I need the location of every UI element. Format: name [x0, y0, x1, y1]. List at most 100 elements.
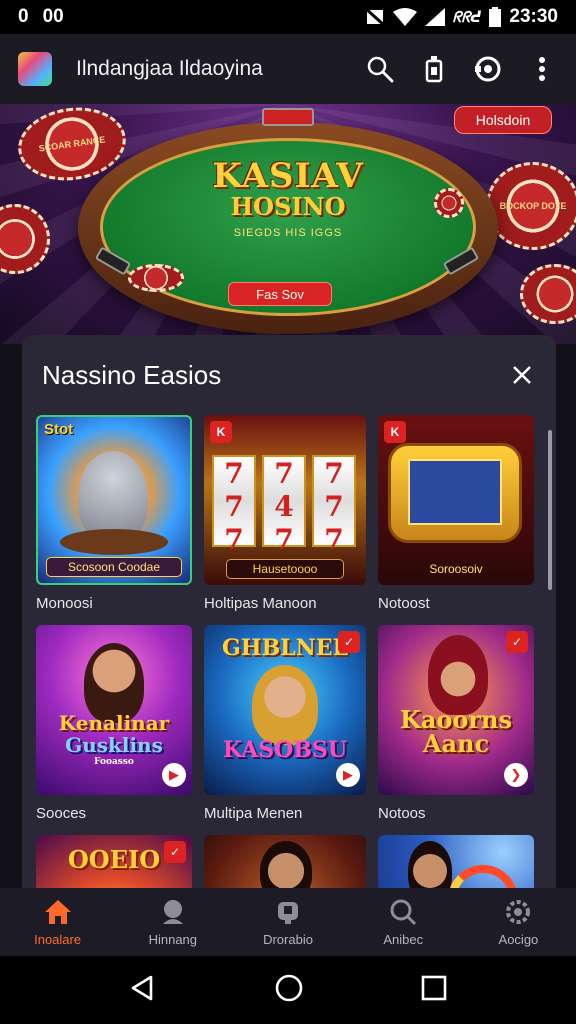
nav-item-profile[interactable]: Hinnang	[115, 888, 230, 956]
hero-logo: KASIAV HOSINO SIEGDS HIS IGGS	[198, 156, 378, 239]
back-button[interactable]	[129, 974, 157, 1007]
hero-logo-line1: KASIAV	[212, 156, 364, 196]
game-art-title-1: Kenalinar	[58, 711, 170, 735]
play-fab[interactable]: ▶	[336, 763, 360, 787]
play-fab[interactable]: ▶	[162, 763, 186, 787]
slot-window	[408, 459, 502, 525]
home-circle-icon	[275, 974, 303, 1001]
game-art-title-2: Aanc	[422, 729, 490, 758]
game-card[interactable]: K 777 747 777 Hausetoooo Holtipas Manoon	[204, 415, 366, 625]
search-button[interactable]	[364, 53, 396, 85]
status-icon-2: 00	[42, 6, 64, 27]
close-button[interactable]	[508, 361, 536, 389]
game-thumbnail[interactable]: GHBLNEL KASOBSU ✓ ▶	[204, 625, 366, 795]
battery-icon	[489, 7, 502, 27]
thumb-caption: Hausetoooo	[226, 559, 344, 579]
poker-chip-right: BOCKOP DOTE	[486, 162, 576, 250]
hero-banner[interactable]: SCOAR RANCE BOCKOP DOTE KASIAV HOSINO SI…	[0, 104, 576, 344]
status-bar: 0 00 ᖇᖇᕍ 23:30	[0, 0, 576, 34]
poker-chip-table-left	[128, 264, 184, 292]
casino-games-panel: Nassino Easios Stot Scosoon Coodae Monoo…	[22, 335, 556, 890]
game-title: Multipa Menen	[204, 805, 303, 822]
game-thumbnail[interactable]: K Soroosoiv	[378, 415, 534, 585]
app-bar: Ilndangjaa Ildaoyina	[0, 34, 576, 104]
home-icon	[44, 899, 71, 924]
game-card[interactable]: OOEIO ✓	[36, 835, 192, 890]
app-logo	[18, 52, 52, 86]
game-card[interactable]: Kaoorns Aanc ✓ ❯ Notoos	[378, 625, 534, 835]
nav-item-games[interactable]: Drorabio	[230, 888, 345, 956]
more-menu-button[interactable]	[526, 53, 558, 85]
game-card[interactable]: K Soroosoiv Notoost	[378, 415, 534, 625]
table-pocket-top	[262, 108, 314, 126]
chevron-right-icon: ❯	[510, 767, 522, 782]
game-title: Notoos	[378, 805, 426, 822]
settings-icon	[506, 899, 531, 924]
panel-scrollbar[interactable]	[548, 430, 552, 590]
hero-tag-button[interactable]: Holsdoin	[454, 106, 552, 134]
wifi-icon	[392, 8, 417, 26]
hero-play-button[interactable]: Fas Sov	[228, 282, 332, 306]
carrier-label: ᖇᖇᕍ	[452, 9, 482, 26]
status-time: 23:30	[509, 6, 558, 27]
game-card[interactable]: GHBLNEL KASOBSU ✓ ▶ Multipa Menen	[204, 625, 366, 835]
game-title: Monoosi	[36, 595, 93, 612]
game-card[interactable]	[378, 835, 534, 890]
app-title: Ilndangjaa Ildaoyina	[76, 57, 263, 80]
home-system-button[interactable]	[274, 973, 304, 1008]
nav-item-settings[interactable]: Aocigo	[461, 888, 576, 956]
hero-logo-line3: SIEGDS HIS IGGS	[233, 227, 343, 239]
gamepad-icon	[278, 901, 298, 924]
game-thumbnail[interactable]	[378, 835, 534, 890]
next-fab[interactable]: ❯	[504, 763, 528, 787]
mascot-podium	[60, 529, 168, 555]
gamepad-icon	[475, 56, 501, 82]
cowboy-character	[252, 665, 318, 745]
man-character	[428, 635, 488, 715]
game-thumbnail[interactable]: Stot Scosoon Coodae	[36, 415, 192, 585]
game-card[interactable]: Kenalinar Gusklins Fooasso ▶ Sooces	[36, 625, 192, 835]
game-card[interactable]: Stot Scosoon Coodae Monoosi	[36, 415, 192, 625]
nav-item-home[interactable]: Inoalare	[0, 888, 115, 956]
play-icon: ▶	[169, 767, 179, 782]
corner-badge: ✓	[338, 631, 360, 653]
hero-logo-line2: HOSINO	[230, 192, 346, 221]
game-art-title-2: Gusklins	[65, 733, 163, 757]
game-title: Sooces	[36, 805, 87, 822]
nav-label-search: Anibec	[383, 931, 424, 947]
nav-item-search[interactable]: Anibec	[346, 888, 461, 956]
chip-text-right: BOCKOP DOTE	[499, 201, 567, 211]
nav-label-home: Inoalare	[34, 931, 82, 947]
rainbow-arc	[448, 865, 518, 890]
panel-title: Nassino Easios	[42, 359, 222, 390]
man-character	[260, 841, 312, 890]
wallet-icon	[425, 56, 443, 83]
game-thumbnail[interactable]: K 777 747 777 Hausetoooo	[204, 415, 366, 585]
game-title: Notoost	[378, 595, 430, 612]
panel-header: Nassino Easios	[22, 335, 556, 415]
corner-badge: ✓	[164, 841, 186, 863]
poker-chip-table-right	[434, 188, 464, 218]
nav-label-settings: Aocigo	[498, 931, 539, 947]
corner-badge: K	[210, 421, 232, 443]
recents-square-icon	[422, 975, 447, 1000]
bottom-nav: Inoalare Hinnang Drorabio Anibec Aocigo	[0, 888, 576, 956]
search-icon	[367, 56, 394, 83]
wolf-mascot	[78, 451, 148, 541]
thumb-caption: Scosoon Coodae	[46, 557, 182, 577]
game-thumbnail[interactable]: Kenalinar Gusklins Fooasso ▶	[36, 625, 192, 795]
recents-button[interactable]	[421, 975, 447, 1006]
nav-label-profile: Hinnang	[148, 931, 198, 947]
game-card[interactable]	[204, 835, 366, 890]
play-icon: ▶	[343, 767, 353, 782]
wallet-button[interactable]	[418, 53, 450, 85]
game-art-title-2: KASOBSU	[222, 737, 348, 763]
search-icon	[390, 899, 417, 925]
person-icon	[162, 899, 183, 924]
gamepad-button[interactable]	[472, 53, 504, 85]
system-nav-bar	[0, 956, 576, 1024]
game-thumbnail[interactable]	[204, 835, 366, 890]
game-thumbnail[interactable]: OOEIO ✓	[36, 835, 192, 890]
game-thumbnail[interactable]: Kaoorns Aanc ✓ ❯	[378, 625, 534, 795]
no-notification-icon	[364, 8, 385, 26]
